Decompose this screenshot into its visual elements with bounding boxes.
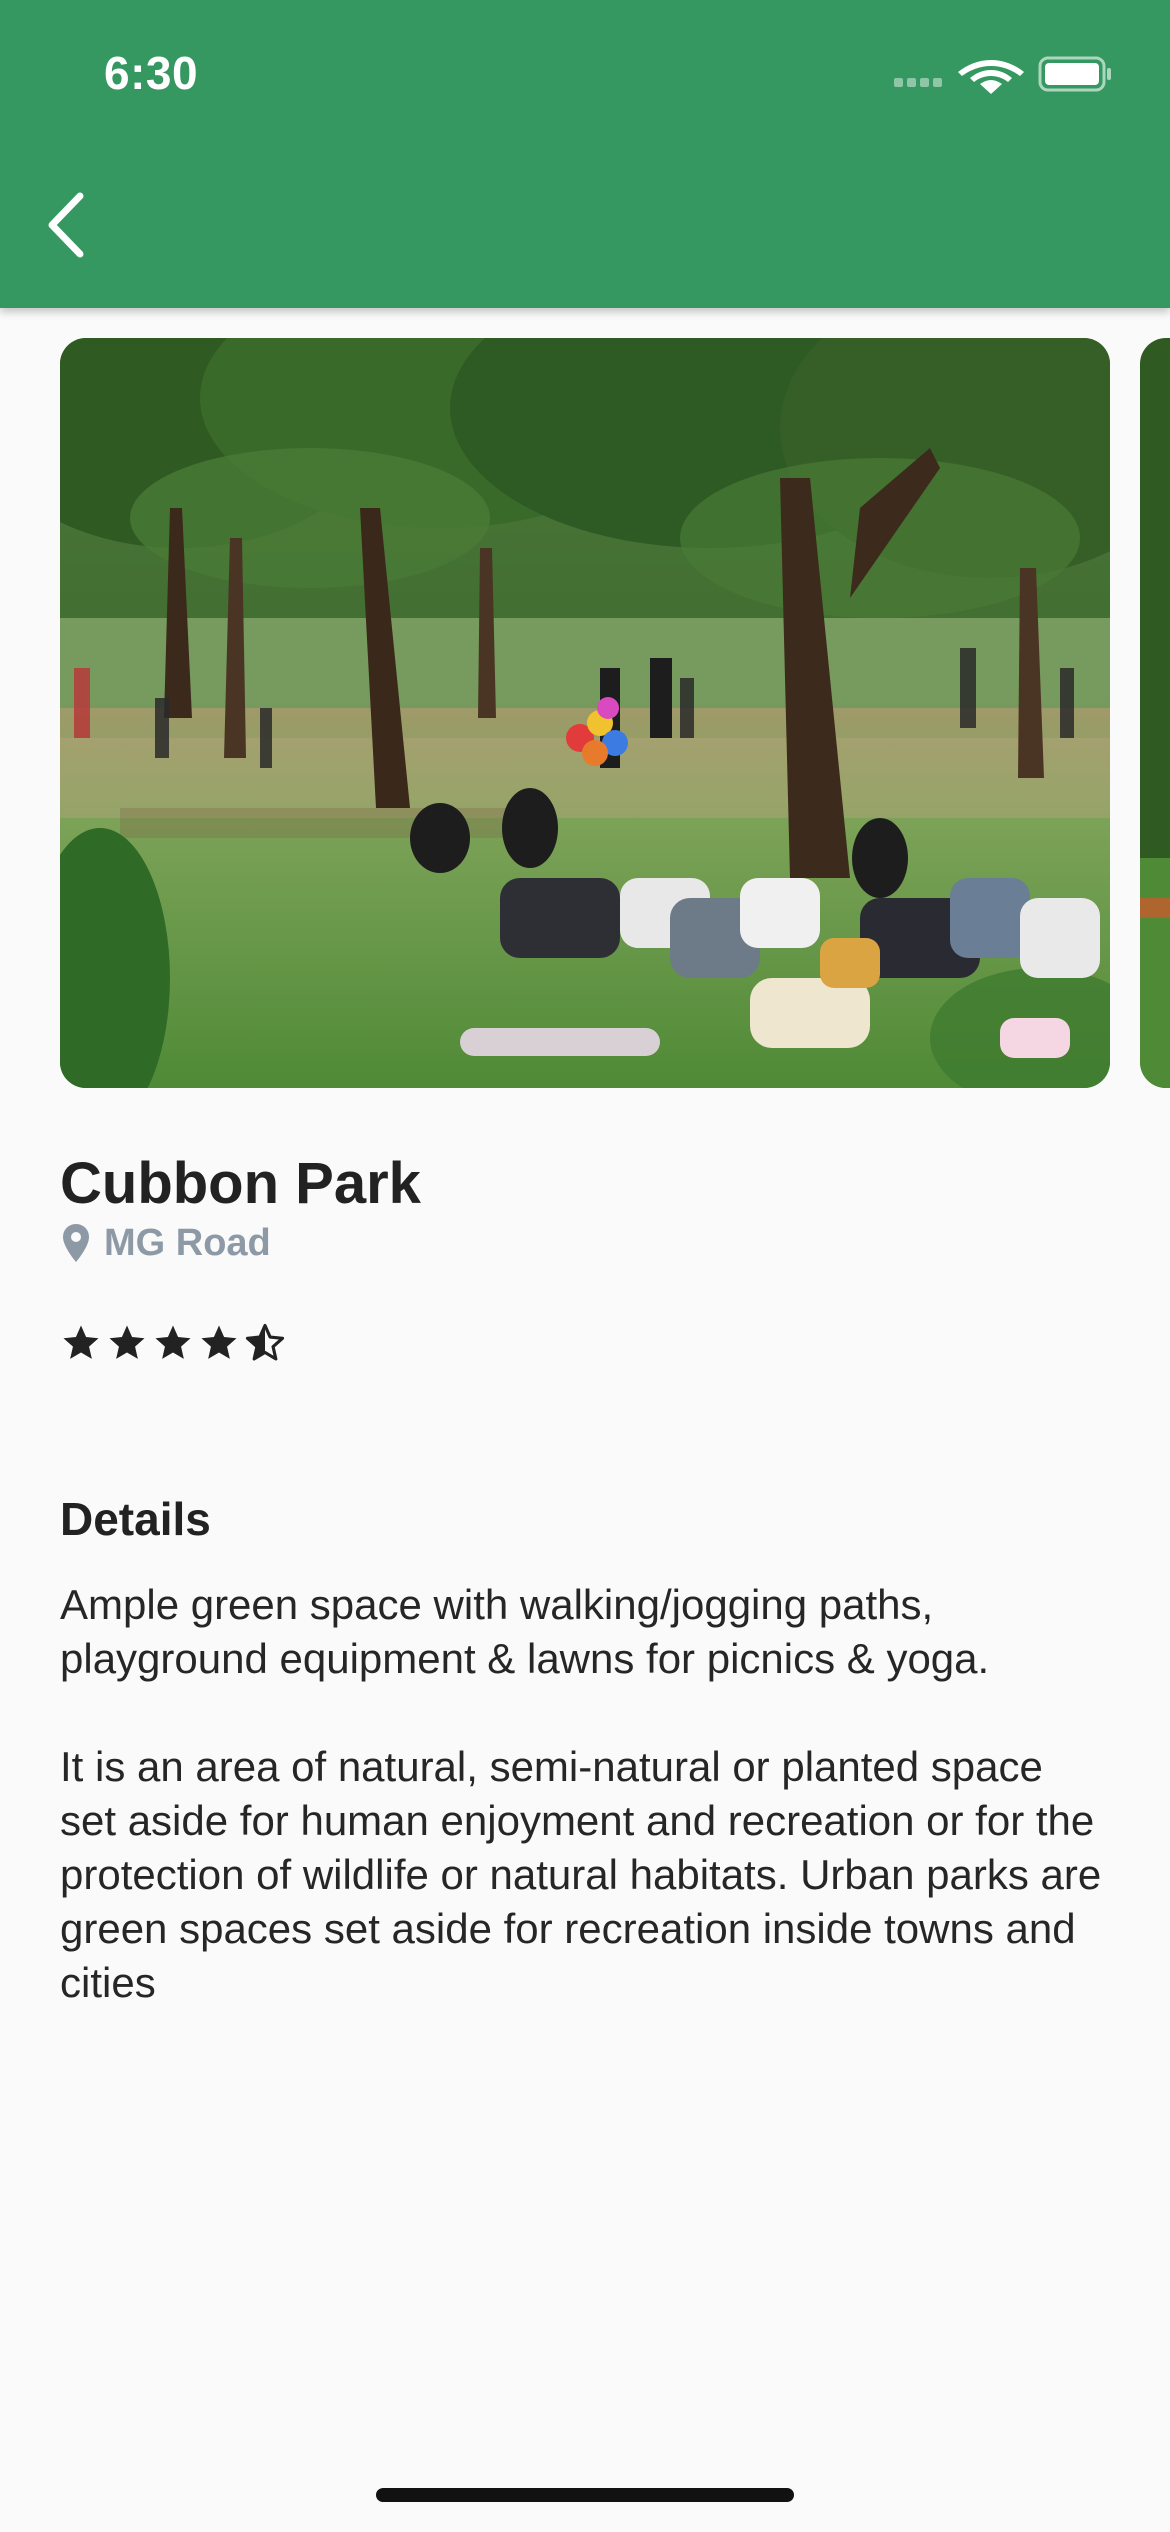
star-icon [63, 1325, 99, 1359]
park-name: Cubbon Park [60, 1151, 421, 1216]
details-description: Ample green space with walking/jogging p… [60, 1578, 1110, 2010]
location-label: MG Road [104, 1221, 271, 1264]
signal-icon [894, 78, 942, 87]
wifi-icon [958, 60, 1024, 94]
star-icon [109, 1325, 145, 1359]
star-icon [201, 1325, 237, 1359]
chevron-left-icon [48, 192, 84, 258]
status-time: 6:30 [104, 47, 199, 99]
location-pin-icon [63, 1224, 89, 1262]
park-photo[interactable] [60, 338, 1110, 1088]
back-button[interactable] [30, 180, 102, 270]
details-heading: Details [60, 1493, 211, 1545]
app-bar: 6:30 [0, 0, 1170, 308]
home-indicator[interactable] [376, 2488, 794, 2502]
photo-carousel[interactable] [0, 338, 1170, 1090]
park-photo-next[interactable] [1140, 338, 1170, 1088]
star-half-icon [245, 1323, 285, 1361]
status-icons [894, 54, 1114, 94]
details-paragraph: It is an area of natural, semi-natural o… [60, 1743, 1102, 2006]
details-paragraph: Ample green space with walking/jogging p… [60, 1581, 990, 1682]
park-location: MG Road [62, 1220, 271, 1266]
star-rating [60, 1322, 286, 1364]
star-icon [155, 1325, 191, 1359]
battery-icon [1038, 56, 1111, 92]
